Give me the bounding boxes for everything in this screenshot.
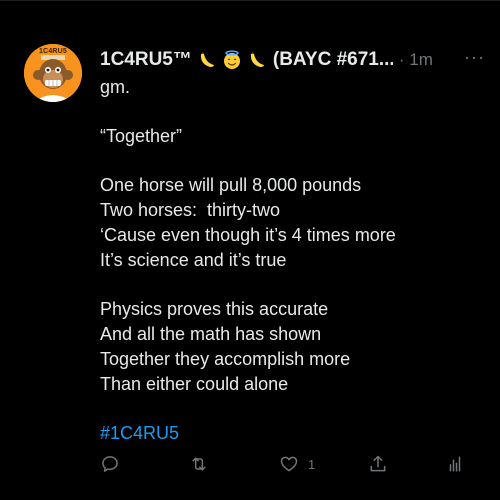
like-count: 1	[308, 456, 316, 472]
tweet-line: One horse will pull 8,000 pounds	[100, 175, 362, 195]
avatar[interactable]: 1C4RU5	[24, 44, 82, 102]
tweet-line: gm.	[100, 77, 131, 97]
more-options-icon[interactable]: ···	[464, 47, 485, 67]
hashtag-link[interactable]: #1C4RU5	[100, 421, 480, 446]
tweet-line: “Together”	[100, 126, 183, 146]
tweet-line: Together they accomplish more	[100, 349, 351, 369]
tweet-line: Physics proves this accurate	[100, 299, 329, 319]
share-icon	[370, 455, 386, 472]
analytics-button[interactable]	[446, 453, 464, 475]
tweet-line: And all the math has shown	[100, 324, 322, 344]
tweet-line: ‘Cause even though it’s 4 times more	[100, 225, 396, 245]
reply-icon	[102, 456, 118, 472]
tweet-line: Two horses: thirty-two	[100, 200, 281, 220]
banana-emoji-icon	[247, 50, 267, 70]
avatar-label: 1C4RU5	[38, 48, 68, 55]
timestamp[interactable]: · 1m	[399, 50, 433, 70]
display-name-suffix: (BAYC #671...	[272, 49, 393, 70]
banana-emoji-icon	[197, 50, 217, 70]
tweet-line: It’s science and it’s true	[100, 250, 287, 270]
reply-button[interactable]	[100, 453, 120, 475]
tweet-text: gm. “Together” One horse will pull 8,000…	[100, 75, 480, 446]
display-name[interactable]: 1C4RU5™	[100, 49, 192, 71]
halo-smile-emoji-icon	[222, 50, 242, 70]
tweet-line: Than either could alone	[100, 374, 289, 394]
retweet-icon	[192, 457, 206, 471]
like-button[interactable]: 1	[278, 453, 315, 475]
analytics-icon	[449, 456, 461, 472]
tweet[interactable]: 1C4RU5 1C4RU5™ (BAYC #671... · 1m ··· gm…	[0, 0, 500, 500]
tweet-actions: 1	[100, 453, 470, 477]
heart-icon	[280, 456, 298, 472]
retweet-button[interactable]	[188, 453, 210, 475]
tweet-header: 1C4RU5™ (BAYC #671... · 1m ···	[100, 47, 485, 73]
share-button[interactable]	[368, 453, 388, 475]
